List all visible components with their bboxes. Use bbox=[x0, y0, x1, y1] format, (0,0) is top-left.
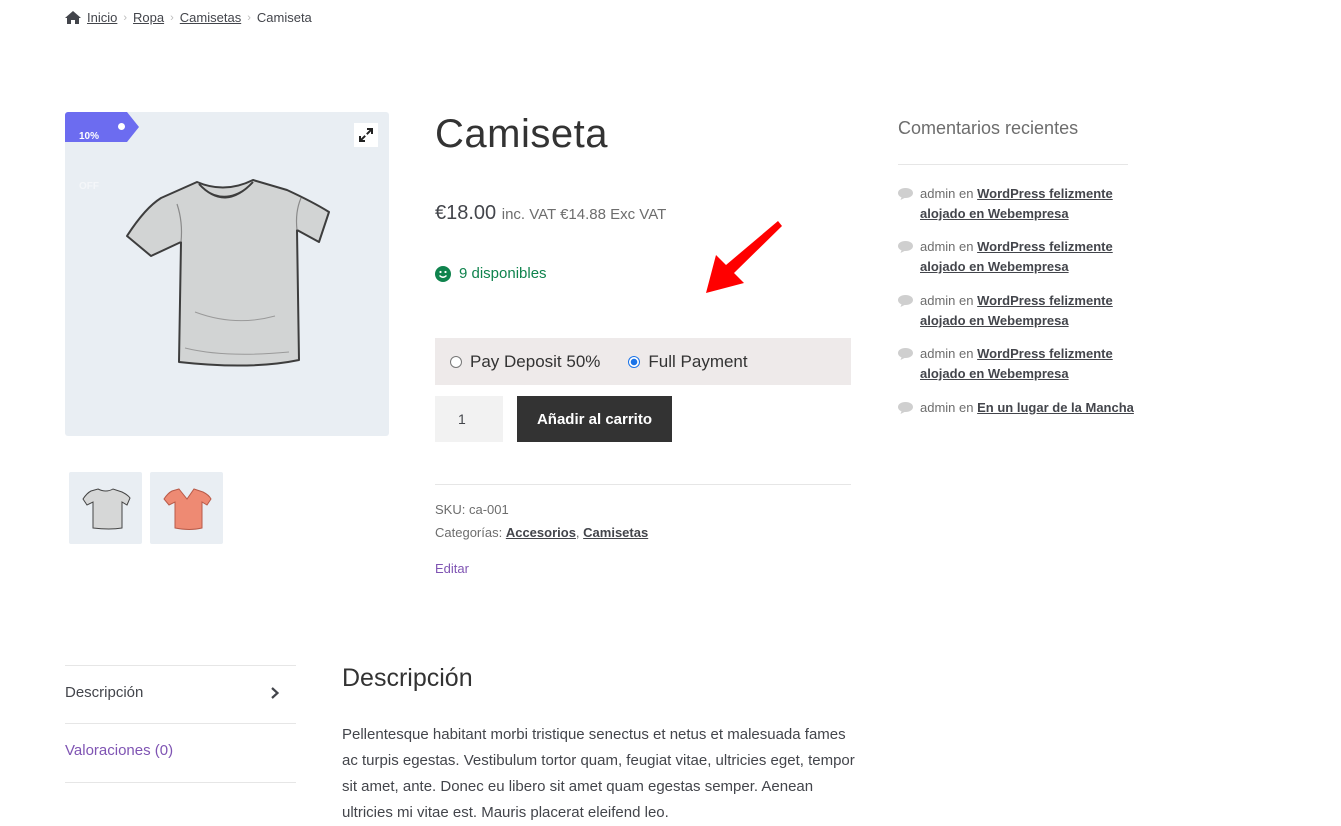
breadcrumb-separator-icon: › bbox=[247, 11, 251, 24]
product-price-block: €18.00 inc. VAT €14.88 Exc VAT bbox=[435, 202, 666, 225]
comment-connector: en bbox=[959, 293, 974, 308]
chevron-right-icon bbox=[271, 686, 280, 699]
tab-divider bbox=[65, 723, 296, 724]
badge-dot-icon bbox=[118, 123, 125, 130]
tab-description-label: Descripción bbox=[65, 684, 144, 701]
recent-comment-item: admin en WordPress felizmente alojado en… bbox=[898, 237, 1138, 277]
smiley-icon bbox=[435, 265, 451, 282]
speech-bubble-icon bbox=[898, 295, 913, 307]
quantity-input[interactable]: 1 bbox=[435, 396, 503, 442]
recent-comment-item: admin en WordPress felizmente alojado en… bbox=[898, 344, 1138, 384]
deposit-radio[interactable] bbox=[450, 355, 462, 368]
breadcrumb-separator-icon: › bbox=[123, 11, 128, 24]
breadcrumb-separator-icon: › bbox=[170, 11, 174, 24]
product-main-image[interactable]: 10% OFF bbox=[65, 112, 389, 436]
comment-connector: en bbox=[959, 346, 974, 361]
tab-reviews[interactable]: Valoraciones (0) bbox=[65, 742, 296, 759]
recent-comment-item: admin en En un lugar de la Mancha bbox=[898, 398, 1138, 418]
add-to-cart-button[interactable]: Añadir al carrito bbox=[517, 396, 672, 442]
breadcrumb-current: Camiseta bbox=[256, 10, 312, 25]
category-link-accesorios[interactable]: Accesorios bbox=[506, 525, 576, 540]
divider bbox=[435, 484, 851, 485]
deposit-options: Pay Deposit 50% Full Payment bbox=[435, 338, 851, 385]
comment-author: admin bbox=[920, 400, 956, 415]
thumbnail-coral[interactable] bbox=[150, 472, 223, 544]
full-payment-label: Full Payment bbox=[648, 351, 748, 371]
sidebar-widget-title: Comentarios recientes bbox=[898, 118, 1079, 138]
category-link-camisetas[interactable]: Camisetas bbox=[583, 525, 648, 540]
edit-link[interactable]: Editar bbox=[435, 561, 469, 576]
tab-divider bbox=[65, 782, 296, 783]
product-categories: Categorías: Accesorios, Camisetas bbox=[435, 525, 649, 540]
full-payment-radio[interactable] bbox=[628, 355, 641, 368]
deposit-option-label: Pay Deposit 50% bbox=[470, 351, 601, 371]
stock-status: 9 disponibles bbox=[435, 265, 547, 282]
deposit-option-deposit[interactable]: Pay Deposit 50% bbox=[450, 352, 600, 372]
deposit-option-full[interactable]: Full Payment bbox=[628, 351, 748, 372]
comment-post-link[interactable]: En un lugar de la Mancha bbox=[977, 400, 1134, 415]
categories-label: Categorías: bbox=[435, 525, 503, 540]
product-price: €18.00 bbox=[435, 202, 497, 224]
price-suffix: inc. VAT €14.88 Exc VAT bbox=[501, 206, 667, 223]
breadcrumb-link-ropa[interactable]: Ropa bbox=[133, 10, 164, 25]
comment-author: admin bbox=[920, 346, 956, 361]
product-title: Camiseta bbox=[435, 112, 608, 156]
sku-label: SKU: bbox=[435, 502, 466, 517]
comment-connector: en bbox=[959, 186, 974, 201]
product-sku: SKU: ca-001 bbox=[435, 502, 509, 517]
breadcrumb-link-inicio[interactable]: Inicio bbox=[87, 10, 117, 25]
recent-comment-item: admin en WordPress felizmente alojado en… bbox=[898, 291, 1138, 331]
speech-bubble-icon bbox=[898, 241, 913, 253]
description-title: Descripción bbox=[342, 664, 473, 692]
home-icon[interactable] bbox=[65, 11, 81, 24]
speech-bubble-icon bbox=[898, 188, 913, 200]
breadcrumb-link-camisetas[interactable]: Camisetas bbox=[180, 10, 241, 25]
comment-connector: en bbox=[959, 239, 974, 254]
tab-divider bbox=[65, 665, 296, 666]
comment-connector: en bbox=[959, 400, 974, 415]
thumbnail-grey[interactable] bbox=[69, 472, 142, 544]
tab-description[interactable]: Descripción bbox=[65, 684, 296, 701]
comment-author: admin bbox=[920, 293, 956, 308]
stock-text: 9 disponibles bbox=[459, 265, 547, 282]
sku-value: ca-001 bbox=[468, 502, 509, 517]
speech-bubble-icon bbox=[898, 348, 913, 360]
breadcrumb: Inicio › Ropa › Camisetas › Camiseta bbox=[65, 10, 312, 25]
sidebar-divider bbox=[898, 164, 1128, 165]
speech-bubble-icon bbox=[898, 402, 913, 414]
description-text: Pellentesque habitant morbi tristique se… bbox=[342, 726, 855, 821]
tshirt-grey-image bbox=[126, 179, 330, 367]
tshirt-grey-thumbnail bbox=[82, 488, 131, 530]
recent-comment-item: admin en WordPress felizmente alojado en… bbox=[898, 184, 1138, 224]
red-arrow-icon bbox=[706, 221, 782, 293]
comment-author: admin bbox=[920, 239, 956, 254]
tab-reviews-label: Valoraciones (0) bbox=[65, 742, 174, 759]
tshirt-coral-thumbnail bbox=[163, 488, 212, 530]
comment-author: admin bbox=[920, 186, 956, 201]
